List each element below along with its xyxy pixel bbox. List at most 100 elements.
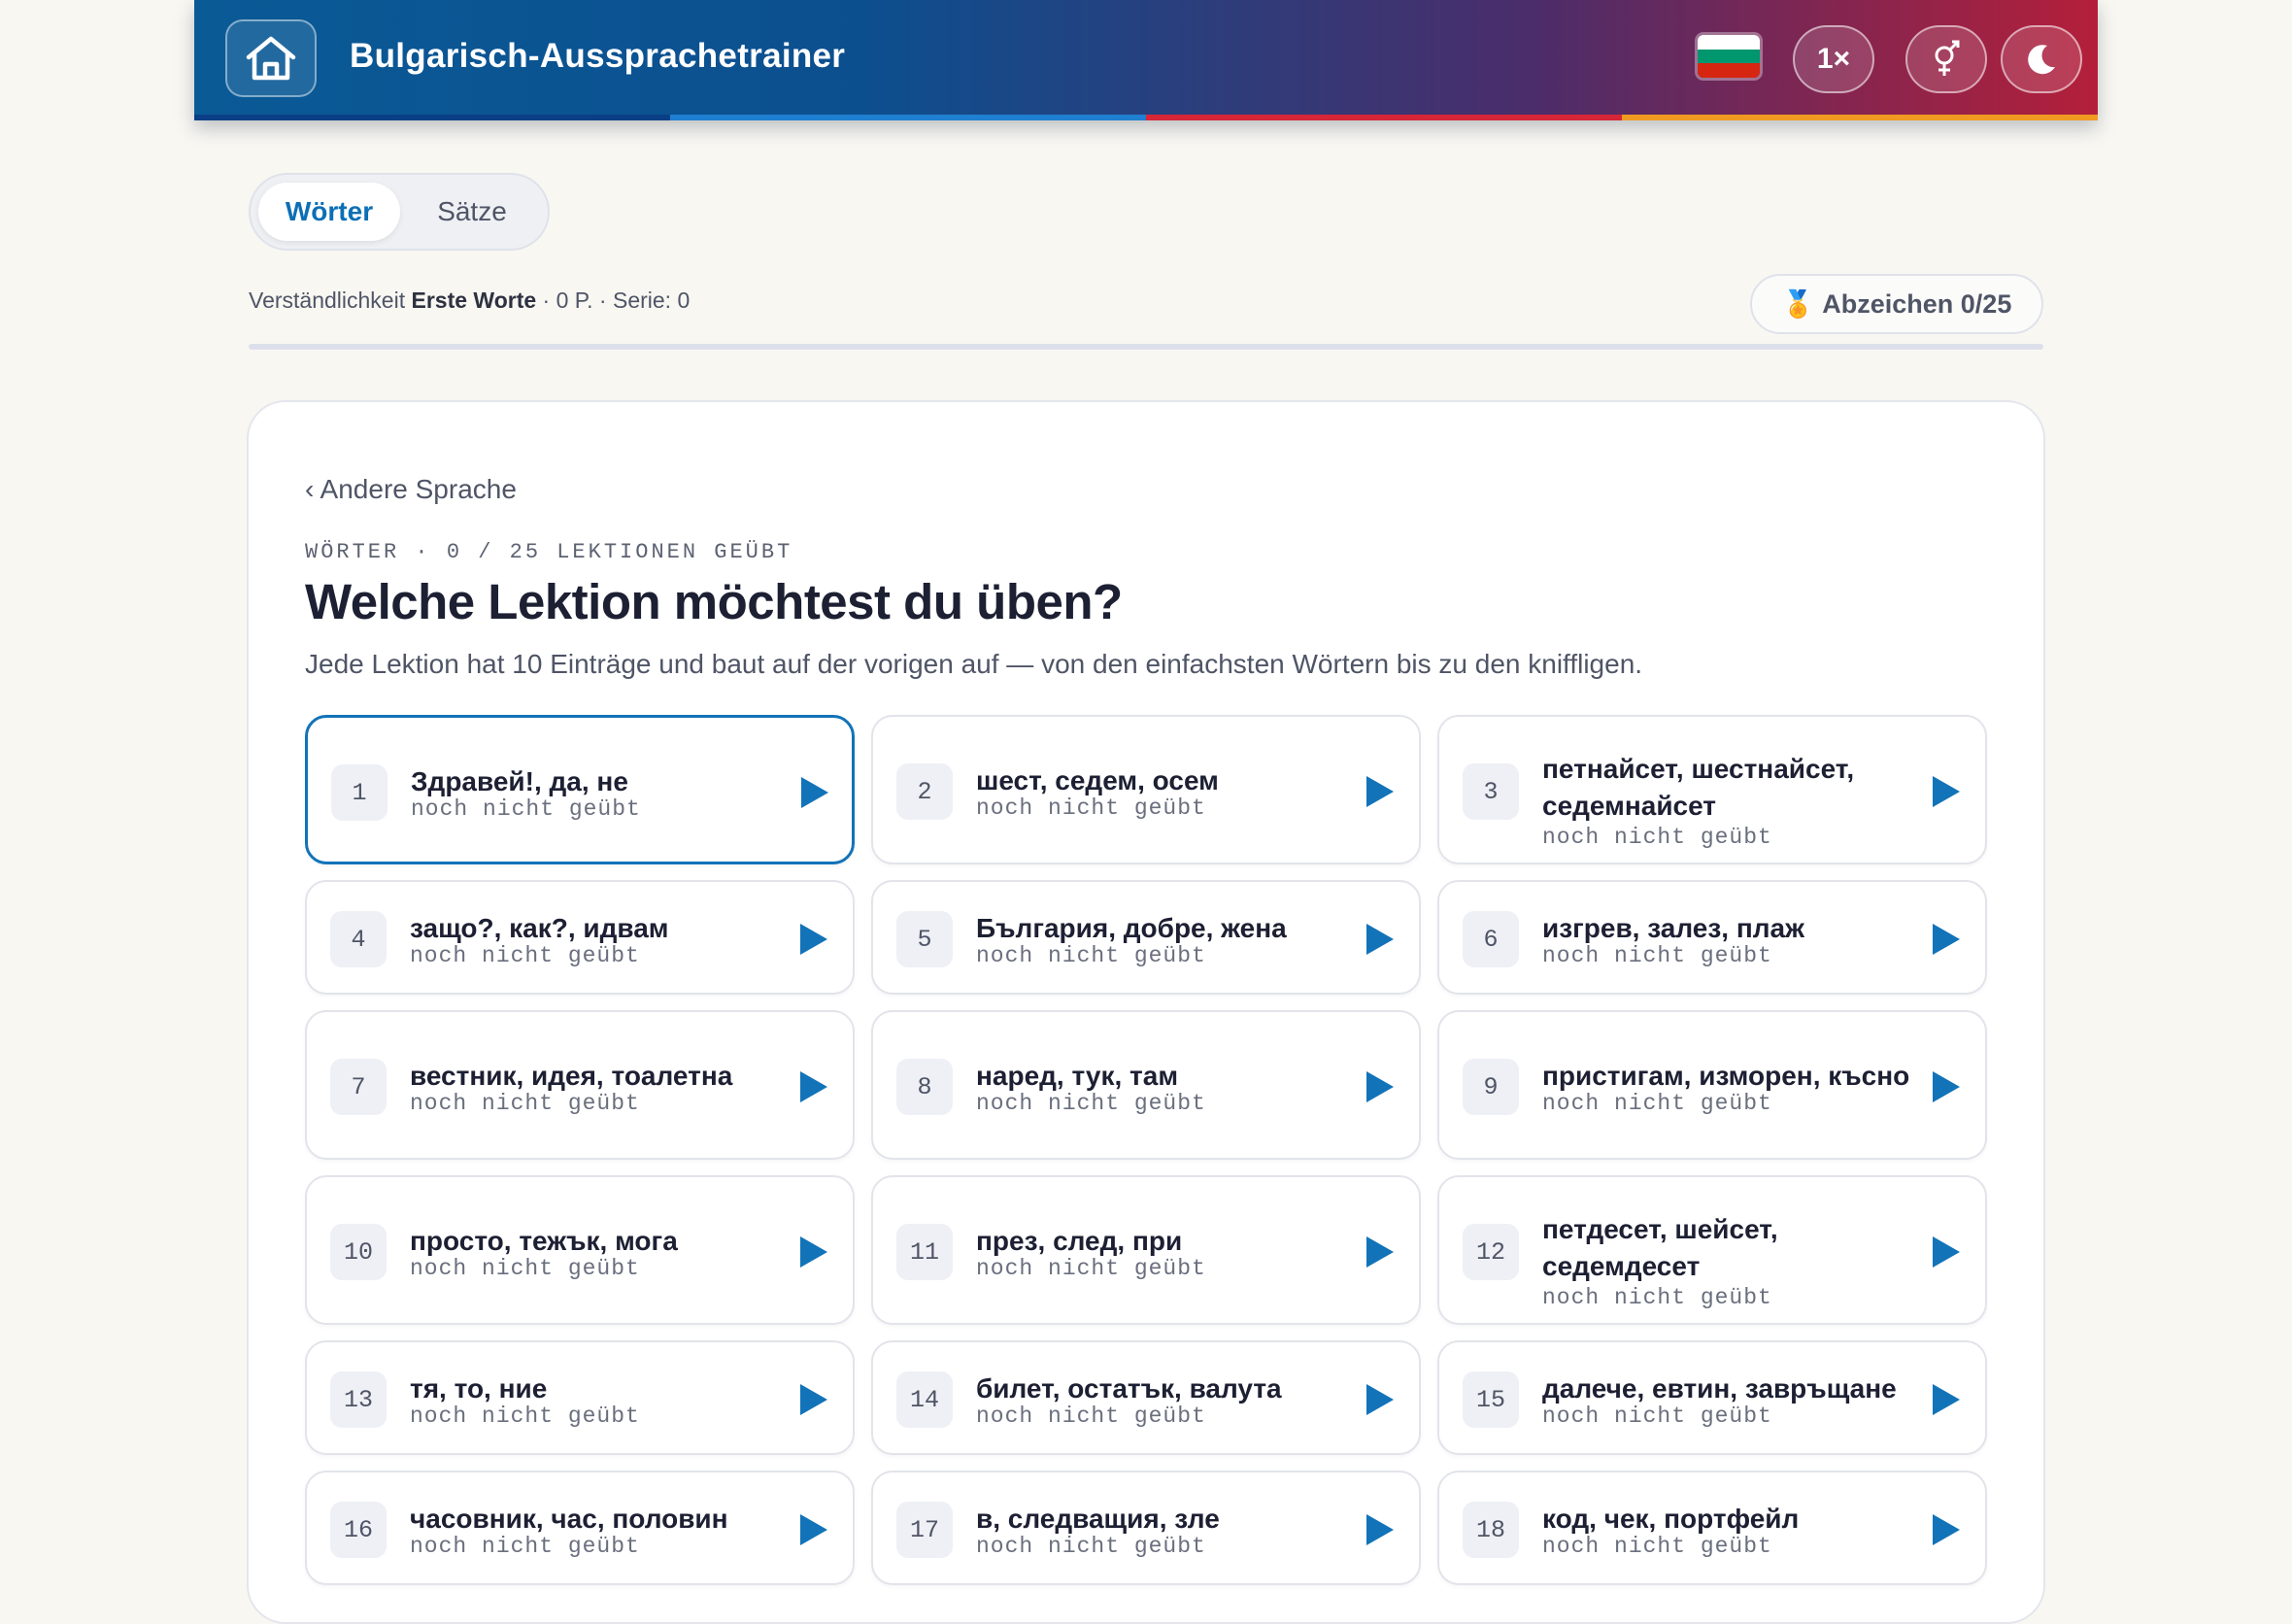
lesson-number: 10: [330, 1224, 387, 1280]
play-icon[interactable]: [800, 1384, 827, 1415]
lesson-number: 3: [1463, 763, 1519, 820]
play-icon[interactable]: [1366, 1236, 1394, 1268]
play-icon[interactable]: [1933, 1384, 1960, 1415]
play-icon[interactable]: [1933, 1236, 1960, 1268]
lesson-words: просто, тежък, мога: [410, 1226, 678, 1256]
badges-button[interactable]: 🏅 Abzeichen 0/25: [1750, 274, 2043, 334]
lesson-number: 12: [1463, 1224, 1519, 1280]
lesson-words: изгрев, залез, плаж: [1542, 913, 1804, 943]
progress-bar: [249, 344, 2043, 350]
lesson-words: Здравей!, да, не: [411, 766, 628, 796]
lesson-number: 5: [896, 911, 953, 967]
play-icon[interactable]: [801, 777, 828, 808]
play-icon[interactable]: [1366, 1071, 1394, 1102]
lesson-words: далече, евтин, завръщане: [1542, 1373, 1897, 1404]
lesson-status: noch nicht geübt: [410, 943, 640, 968]
lesson-tile[interactable]: 7 вестник, идея, тоалетна noch nicht geübt: [305, 1010, 855, 1160]
lesson-words: петдесет, шейсет, седемдесет: [1542, 1214, 1778, 1281]
lesson-words: през, след, при: [976, 1226, 1183, 1256]
lesson-number: 7: [330, 1059, 387, 1115]
lesson-tile[interactable]: 2 шест, седем, осем noch nicht geübt: [871, 715, 1421, 864]
tab-sentences[interactable]: Sätze: [406, 183, 538, 241]
section-eyebrow: WÖRTER · 0 / 25 LEKTIONEN GEÜBT: [305, 540, 793, 564]
home-button[interactable]: [225, 19, 317, 97]
lesson-status: noch nicht geübt: [976, 795, 1206, 821]
lesson-status: noch nicht geübt: [1542, 1534, 1772, 1559]
lesson-number: 17: [896, 1502, 953, 1558]
lesson-number: 4: [330, 911, 387, 967]
stats-line: Verständlichkeit Erste Worte · 0 P. · Se…: [249, 288, 690, 314]
lesson-status: noch nicht geübt: [1542, 825, 1772, 850]
lesson-tile[interactable]: 14 билет, остатък, валута noch nicht geübt: [871, 1340, 1421, 1455]
lesson-tile[interactable]: 1 Здравей!, да, не noch nicht geübt: [305, 715, 855, 864]
lesson-tile[interactable]: 4 защо?, как?, идвам noch nicht geübt: [305, 880, 855, 995]
lesson-tile[interactable]: 5 България, добре, жена noch nicht geübt: [871, 880, 1421, 995]
lesson-words: шест, седем, осем: [976, 765, 1219, 795]
lesson-tile[interactable]: 10 просто, тежък, мога noch nicht geübt: [305, 1175, 855, 1325]
stats-prefix: Verständlichkeit: [249, 288, 412, 313]
lesson-status: noch nicht geübt: [1542, 1285, 1772, 1310]
lesson-tile[interactable]: 16 часовник, час, половин noch nicht geübt: [305, 1471, 855, 1585]
lesson-tile[interactable]: 11 през, след, при noch nicht geübt: [871, 1175, 1421, 1325]
lesson-status: noch nicht geübt: [976, 1404, 1206, 1429]
lesson-tile[interactable]: 15 далече, евтин, завръщане noch nicht geü…: [1437, 1340, 1987, 1455]
play-icon[interactable]: [800, 924, 827, 955]
stats-suffix: · 0 P. · Serie: 0: [536, 288, 691, 313]
lesson-status: noch nicht geübt: [410, 1091, 640, 1116]
lesson-words: пристигам, изморен, късно: [1542, 1061, 1910, 1091]
speed-button[interactable]: 1×: [1793, 25, 1874, 93]
tab-words[interactable]: Wörter: [258, 183, 400, 241]
play-icon[interactable]: [1366, 1514, 1394, 1545]
lesson-words: наред, тук, там: [976, 1061, 1179, 1091]
play-icon[interactable]: [800, 1514, 827, 1545]
lesson-status: noch nicht geübt: [1542, 1404, 1772, 1429]
moon-icon: [2028, 45, 2055, 75]
bulgaria-flag-icon[interactable]: [1698, 35, 1760, 78]
lesson-tile[interactable]: 8 наред, тук, там noch nicht geübt: [871, 1010, 1421, 1160]
play-icon[interactable]: [800, 1071, 827, 1102]
lesson-number: 16: [330, 1502, 387, 1558]
play-icon[interactable]: [1366, 1384, 1394, 1415]
lesson-tile[interactable]: 12 петдесет, шейсет, седемдесет noch nicht…: [1437, 1175, 1987, 1325]
play-icon[interactable]: [1366, 776, 1394, 807]
lesson-status: noch nicht geübt: [976, 1534, 1206, 1559]
lesson-words: защо?, как?, идвам: [410, 913, 669, 943]
app-header: Bulgarisch-Aussprachetrainer 1×: [194, 0, 2098, 120]
lesson-tile[interactable]: 3 петнайсет, шестнайсет, седемнайсет noch …: [1437, 715, 1987, 864]
play-icon[interactable]: [1933, 776, 1960, 807]
lesson-number: 1: [331, 764, 388, 821]
lesson-status: noch nicht geübt: [976, 1256, 1206, 1281]
gender-voice-button[interactable]: [1905, 25, 1987, 93]
play-icon[interactable]: [1933, 924, 1960, 955]
lesson-number: 13: [330, 1371, 387, 1428]
theme-toggle-button[interactable]: [2001, 25, 2082, 93]
lesson-tile[interactable]: 18 код, чек, портфейл noch nicht geübt: [1437, 1471, 1987, 1585]
lesson-number: 14: [896, 1371, 953, 1428]
lesson-words: България, добре, жена: [976, 913, 1287, 943]
speed-label: 1×: [1816, 43, 1851, 75]
lesson-status: noch nicht geübt: [410, 1256, 640, 1281]
app-title: Bulgarisch-Aussprachetrainer: [350, 37, 846, 75]
play-icon[interactable]: [800, 1236, 827, 1268]
lesson-status: noch nicht geübt: [976, 943, 1206, 968]
lesson-tile[interactable]: 13 тя, то, ние noch nicht geübt: [305, 1340, 855, 1455]
play-icon[interactable]: [1933, 1071, 1960, 1102]
back-link[interactable]: ‹ Andere Sprache: [305, 474, 517, 505]
mode-tabs: Wörter Sätze: [249, 173, 550, 251]
play-icon[interactable]: [1933, 1514, 1960, 1545]
lesson-words: код, чек, портфейл: [1542, 1504, 1800, 1534]
lesson-status: noch nicht geübt: [410, 1534, 640, 1559]
badges-label: Abzeichen 0/25: [1822, 288, 2012, 319]
lesson-tile[interactable]: 6 изгрев, залез, плаж noch nicht geübt: [1437, 880, 1987, 995]
lesson-number: 6: [1463, 911, 1519, 967]
lesson-words: билет, остатък, валута: [976, 1373, 1282, 1404]
lesson-tile[interactable]: 9 пристигам, изморен, късно noch nicht geü…: [1437, 1010, 1987, 1160]
play-icon[interactable]: [1366, 924, 1394, 955]
lesson-number: 11: [896, 1224, 953, 1280]
page-subtitle: Jede Lektion hat 10 Einträge und baut au…: [305, 649, 1643, 679]
lesson-words: тя, то, ние: [410, 1373, 548, 1404]
lesson-words: петнайсет, шестнайсет, седемнайсет: [1542, 754, 1855, 821]
lesson-status: noch nicht geübt: [1542, 943, 1772, 968]
lesson-tile[interactable]: 17 в, следващия, зле noch nicht geübt: [871, 1471, 1421, 1585]
header-stripe: [194, 115, 2098, 120]
